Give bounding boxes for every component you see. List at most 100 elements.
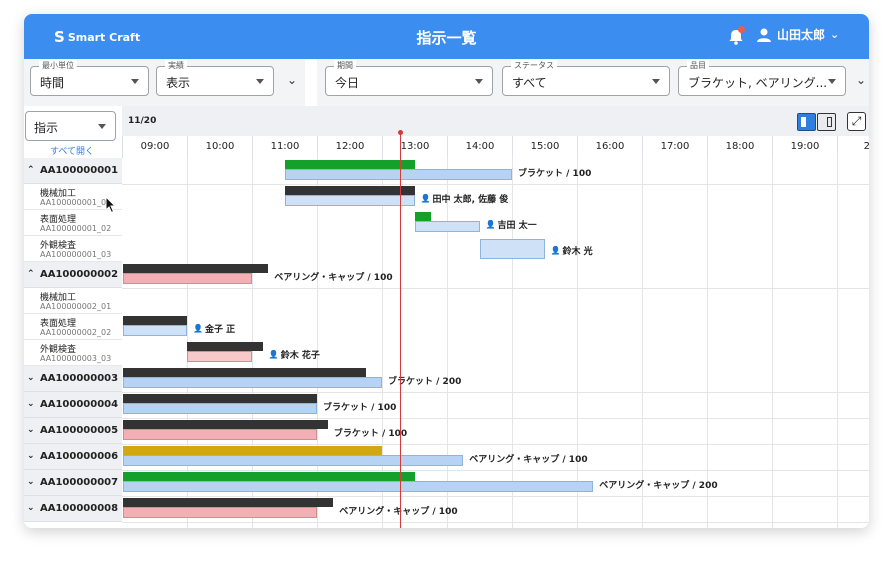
plan-bar[interactable] bbox=[479, 239, 545, 259]
grid-line bbox=[707, 158, 708, 528]
order-row[interactable]: ⌄ AA100000004 bbox=[24, 392, 122, 418]
order-id: AA100000004 bbox=[40, 399, 119, 410]
caret-down-icon bbox=[652, 79, 660, 84]
filter-group-conditions: 期間 今日 ステータス すべて 品目 ブラケット, ベアリング... ⌄ bbox=[317, 59, 869, 106]
actual-bar[interactable] bbox=[123, 472, 415, 481]
worker-names: 鈴木 花子 bbox=[280, 351, 320, 361]
user-menu[interactable]: 山田太郎 ⌄ bbox=[756, 26, 839, 43]
user-name: 山田太郎 bbox=[777, 28, 826, 42]
expand-toggle-icon[interactable]: ⌄ bbox=[27, 425, 35, 435]
caret-down-icon bbox=[256, 79, 264, 84]
grid-line bbox=[837, 158, 838, 528]
expand-toggle-icon[interactable]: ⌃ bbox=[27, 269, 35, 279]
actual-bar[interactable] bbox=[123, 316, 187, 325]
order-row[interactable]: ⌄ AA100000006 bbox=[24, 444, 122, 470]
person-icon: 👤 bbox=[420, 194, 431, 203]
order-row[interactable]: ⌄ AA100000003 bbox=[24, 366, 122, 392]
order-row[interactable]: ⌄ AA100000008 bbox=[24, 496, 122, 522]
result-select[interactable]: 実績 表示 bbox=[156, 60, 274, 96]
hour-label: 13:00 bbox=[382, 136, 447, 158]
plan-bar[interactable] bbox=[123, 455, 464, 466]
expand-toggle-icon[interactable]: ⌃ bbox=[27, 165, 35, 175]
period-label: 期間 bbox=[334, 60, 356, 71]
type-select[interactable]: 指示 bbox=[25, 111, 116, 141]
mouse-cursor-icon bbox=[105, 196, 117, 214]
person-icon: 👤 bbox=[550, 246, 561, 255]
actual-bar[interactable] bbox=[187, 342, 263, 351]
process-row[interactable]: 機械加工 AA100000002_01 bbox=[24, 288, 122, 314]
date-label: 11/20 bbox=[128, 116, 157, 126]
bar-label: ベアリング・キャップ / 100 bbox=[469, 455, 588, 465]
actual-bar[interactable] bbox=[123, 264, 269, 273]
unit-label: 最小単位 bbox=[39, 60, 77, 71]
plan-bar[interactable] bbox=[123, 403, 317, 414]
plan-bar[interactable] bbox=[123, 273, 252, 284]
bar-label: 👤 田中 太郎, 佐藤 俊 bbox=[421, 192, 509, 205]
actual-bar[interactable] bbox=[284, 160, 415, 169]
user-icon bbox=[757, 28, 771, 42]
chevron-down-icon[interactable]: ⌄ bbox=[856, 73, 866, 87]
order-id: AA100000007 bbox=[40, 477, 119, 488]
caret-down-icon bbox=[828, 79, 836, 84]
actual-bar[interactable] bbox=[123, 446, 382, 455]
hour-label: 18:00 bbox=[707, 136, 772, 158]
expand-toggle-icon[interactable]: ⌄ bbox=[27, 477, 35, 487]
bar-label: ベアリング・キャップ / 200 bbox=[599, 481, 718, 491]
period-select[interactable]: 期間 今日 bbox=[325, 60, 493, 96]
process-row[interactable]: 外観検査 AA100000003_03 bbox=[24, 340, 122, 366]
expand-toggle-icon[interactable]: ⌄ bbox=[27, 373, 35, 383]
plan-bar[interactable] bbox=[123, 481, 594, 492]
plan-bar[interactable] bbox=[284, 195, 415, 206]
bar-label: ブラケット / 100 bbox=[518, 169, 592, 179]
bar-label: ベアリング・キャップ / 100 bbox=[339, 507, 458, 517]
order-id: AA100000008 bbox=[40, 503, 119, 514]
status-select[interactable]: ステータス すべて bbox=[502, 60, 670, 96]
plan-bar[interactable] bbox=[284, 169, 512, 180]
expand-toggle-icon[interactable]: ⌄ bbox=[27, 399, 35, 409]
status-value: すべて bbox=[512, 76, 547, 90]
hour-label: 10:00 bbox=[187, 136, 252, 158]
row-divider bbox=[122, 496, 869, 497]
actual-bar[interactable] bbox=[284, 186, 415, 195]
row-divider bbox=[122, 288, 869, 289]
row-divider bbox=[122, 392, 869, 393]
order-row[interactable]: ⌄ AA100000005 bbox=[24, 418, 122, 444]
plan-bar[interactable] bbox=[123, 377, 382, 388]
actual-bar[interactable] bbox=[123, 420, 328, 429]
hour-label: 16:00 bbox=[577, 136, 642, 158]
actual-bar[interactable] bbox=[414, 212, 431, 221]
expand-toggle-icon[interactable]: ⌄ bbox=[27, 503, 35, 513]
actual-bar[interactable] bbox=[123, 394, 317, 403]
filter-bar: 最小単位 時間 実績 表示 ⌄ 期間 今日 ステータス すべて 品目 ブラケット… bbox=[24, 59, 869, 106]
plan-bar[interactable] bbox=[187, 351, 252, 362]
actual-bar[interactable] bbox=[123, 368, 366, 377]
plan-bar[interactable] bbox=[123, 429, 317, 440]
row-divider bbox=[122, 418, 869, 419]
chevron-down-icon[interactable]: ⌄ bbox=[287, 73, 297, 87]
caret-down-icon bbox=[98, 124, 106, 129]
expand-toggle-icon[interactable]: ⌄ bbox=[27, 451, 35, 461]
item-select[interactable]: 品目 ブラケット, ベアリング... bbox=[678, 60, 846, 96]
hour-label: 09:00 bbox=[122, 136, 187, 158]
full-view-button[interactable] bbox=[817, 113, 836, 131]
bar-label: ブラケット / 100 bbox=[323, 403, 397, 413]
bar-label: 👤 金子 正 bbox=[193, 322, 235, 335]
hour-label: 20 bbox=[837, 136, 869, 158]
plan-bar[interactable] bbox=[123, 325, 187, 336]
bar-label: 👤 吉田 太一 bbox=[486, 218, 537, 231]
order-row[interactable]: ⌄ AA100000007 bbox=[24, 470, 122, 496]
order-row[interactable]: ⌃ AA100000001 bbox=[24, 158, 122, 184]
order-row[interactable]: ⌃ AA100000002 bbox=[24, 262, 122, 288]
expand-all-link[interactable]: すべて開く bbox=[50, 144, 94, 157]
plan-bar[interactable] bbox=[414, 221, 480, 232]
actual-bar[interactable] bbox=[123, 498, 334, 507]
collapse-icon[interactable]: ⤢ bbox=[847, 112, 866, 131]
hour-label: 17:00 bbox=[642, 136, 707, 158]
process-row[interactable]: 表面処理 AA100000002_02 bbox=[24, 314, 122, 340]
order-list-panel: 指示 すべて開く ⌃ AA100000001 機械加工 AA100000001_01 表… bbox=[24, 106, 122, 528]
process-row[interactable]: 外観検査 AA100000001_03 bbox=[24, 236, 122, 262]
split-view-button[interactable] bbox=[797, 113, 816, 131]
unit-select[interactable]: 最小単位 時間 bbox=[30, 60, 149, 96]
plan-bar[interactable] bbox=[123, 507, 317, 518]
bar-label: ブラケット / 200 bbox=[388, 377, 462, 387]
